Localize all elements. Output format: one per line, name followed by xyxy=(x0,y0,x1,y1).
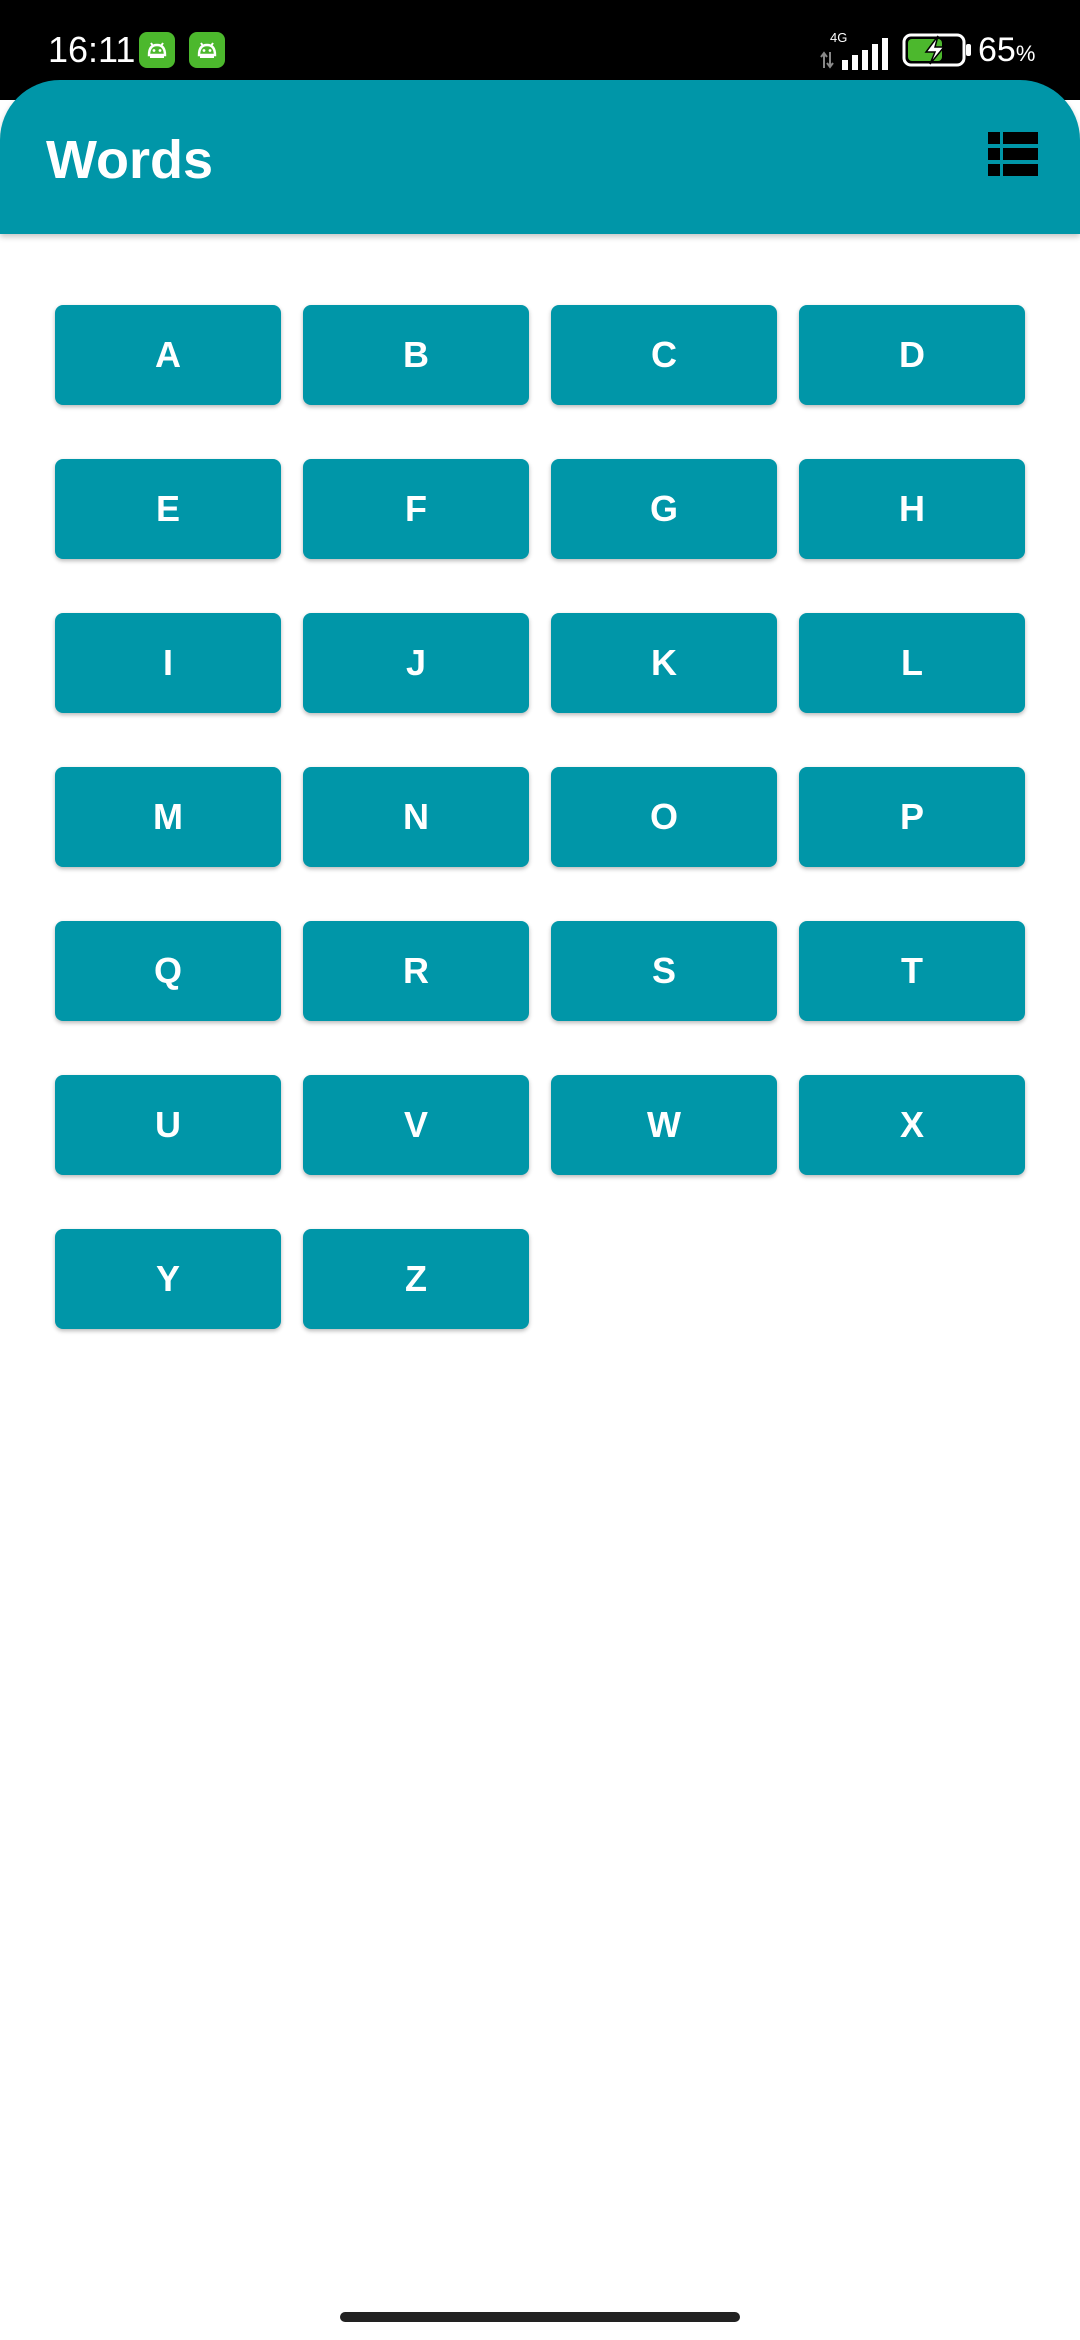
letter-button-y[interactable]: Y xyxy=(55,1229,281,1329)
letter-grid: ABCD EFGH IJKL MNOP QRST UVWX YZ xyxy=(55,305,1025,1329)
battery-percentage: 65% xyxy=(978,26,1035,78)
letter-button-m[interactable]: M xyxy=(55,767,281,867)
letter-button-a[interactable]: A xyxy=(55,305,281,405)
letter-button-e[interactable]: E xyxy=(55,459,281,559)
letter-button-w[interactable]: W xyxy=(551,1075,777,1175)
letter-button-v[interactable]: V xyxy=(303,1075,529,1175)
letter-button-o[interactable]: O xyxy=(551,767,777,867)
letter-button-l[interactable]: L xyxy=(799,613,1025,713)
page-title: Words xyxy=(46,130,214,190)
status-time: 16:11 xyxy=(48,29,136,70)
letter-button-b[interactable]: B xyxy=(303,305,529,405)
letter-button-n[interactable]: N xyxy=(303,767,529,867)
letter-button-g[interactable]: G xyxy=(551,459,777,559)
battery-charging-icon xyxy=(902,32,974,68)
app-bar: Words xyxy=(0,80,1080,234)
letter-button-d[interactable]: D xyxy=(799,305,1025,405)
battery-percent-sign: % xyxy=(1015,41,1036,66)
list-view-icon[interactable] xyxy=(988,132,1038,176)
letter-button-q[interactable]: Q xyxy=(55,921,281,1021)
letter-button-h[interactable]: H xyxy=(799,459,1025,559)
app-screen: 16:11 4G 65% Words A B C D E F G H I J K… xyxy=(0,0,1080,2340)
home-gesture-bar[interactable] xyxy=(340,2312,740,2322)
letter-button-f[interactable]: F xyxy=(303,459,529,559)
android-app-icon xyxy=(139,32,175,68)
letter-button-z[interactable]: Z xyxy=(303,1229,529,1329)
letter-button-p[interactable]: P xyxy=(799,767,1025,867)
android-app-icon xyxy=(189,32,225,68)
letter-button-r[interactable]: R xyxy=(303,921,529,1021)
letter-button-k[interactable]: K xyxy=(551,613,777,713)
letter-button-c[interactable]: C xyxy=(551,305,777,405)
battery-percent-value: 65 xyxy=(978,31,1016,69)
cell-signal-icon: 4G xyxy=(820,28,892,72)
letter-button-j[interactable]: J xyxy=(303,613,529,713)
network-type-label: 4G xyxy=(830,30,847,45)
letter-button-i[interactable]: I xyxy=(55,613,281,713)
letter-button-s[interactable]: S xyxy=(551,921,777,1021)
letter-button-t[interactable]: T xyxy=(799,921,1025,1021)
letter-button-x[interactable]: X xyxy=(799,1075,1025,1175)
letter-button-u[interactable]: U xyxy=(55,1075,281,1175)
